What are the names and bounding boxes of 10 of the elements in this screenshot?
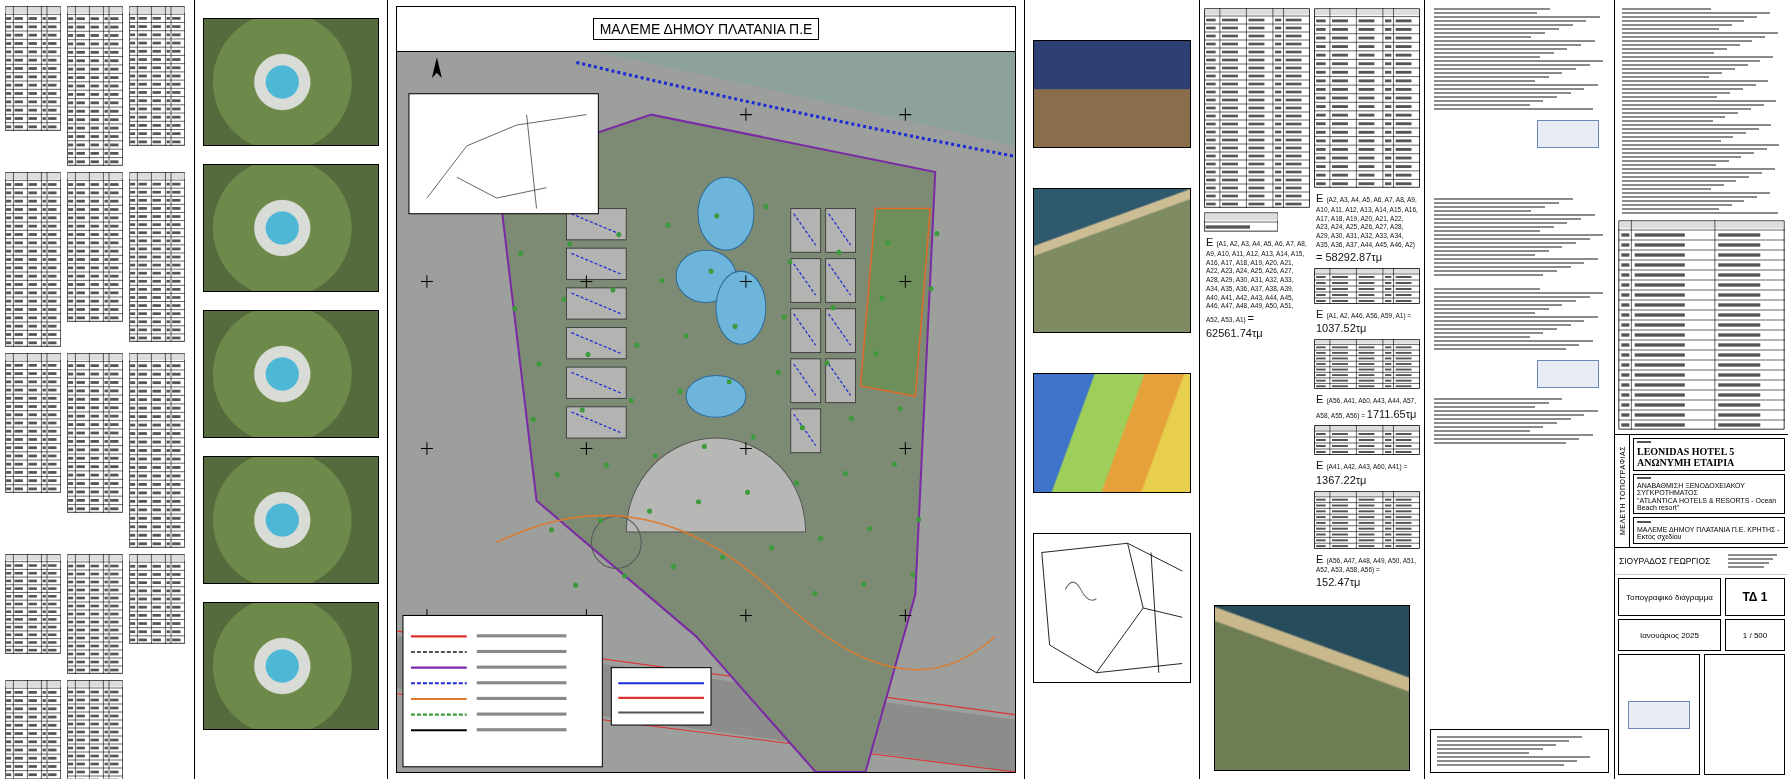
drawing-title: Τοπογραφικό διάγραμμα [1626, 592, 1713, 602]
drawing-scale: 1 / 500 [1742, 630, 1768, 640]
stamp-drawing [1537, 360, 1599, 388]
drawing-date: Ιανουάριος 2025 [1640, 630, 1699, 640]
engineer-name: ΣΙΟΥΡΑΔΟΣ ΓΕΩΡΓΙΟΣ [1619, 556, 1711, 566]
owner-name: LEONIDAS HOTEL 5 ΑΝΩΝΥΜΗ ΕΤΑΙΡΙΑ [1637, 446, 1736, 468]
stamp-drawing [1537, 120, 1599, 148]
stamp-drawing [1627, 700, 1690, 729]
drawing-number: ΤΔ 1 [1742, 590, 1768, 604]
map-title: ΜΑΛΕΜΕ ΔΗΜΟΥ ΠΛΑΤΑΝΙΑ Π.Ε [592, 18, 820, 40]
